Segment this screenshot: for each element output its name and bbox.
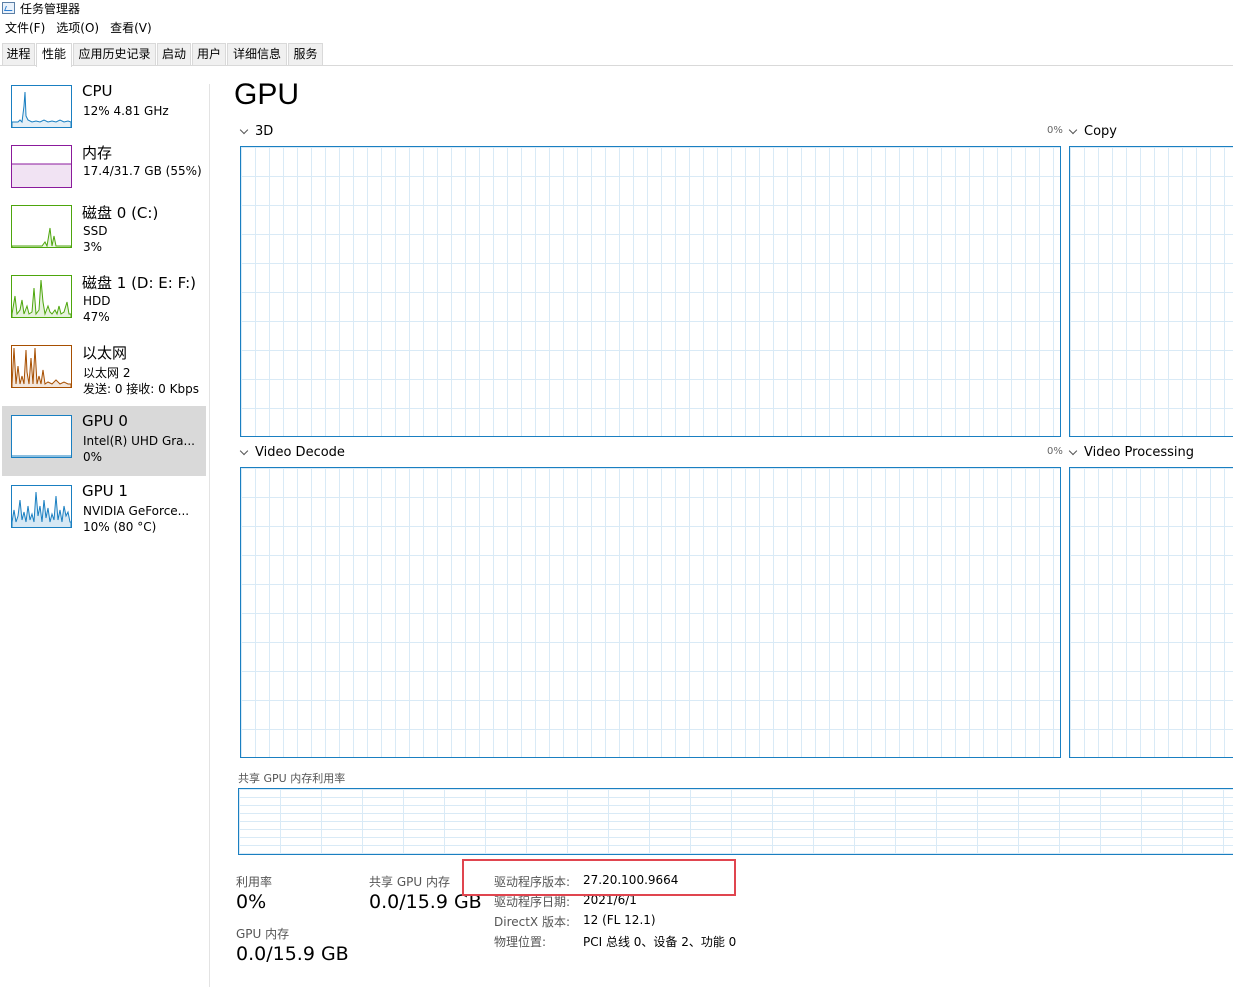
disk1-thumbnail-graph — [11, 275, 72, 318]
menu-options[interactable]: 选项(O) — [51, 19, 105, 37]
chevron-down-icon — [1068, 125, 1078, 134]
tab-app-history[interactable]: 应用历史记录 — [73, 43, 156, 65]
tab-users[interactable]: 用户 — [192, 43, 226, 65]
disk0-thumbnail-graph — [11, 205, 72, 248]
graph-3d-selector[interactable]: 3D — [239, 124, 274, 139]
sidebar-item-gpu-0[interactable]: GPU 0 Intel(R) UHD Gra... 0% — [2, 406, 206, 476]
chevron-down-icon — [239, 125, 249, 134]
shared-memory-graph — [238, 788, 1233, 855]
sidebar-item-detail: 12% 4.81 GHz — [83, 104, 169, 118]
graph-3d — [240, 146, 1061, 437]
sidebar-item-detail: 17.4/31.7 GB (55%) — [83, 164, 202, 178]
sidebar-item-name: 磁盘 0 (C:) — [82, 204, 159, 222]
graph-video-decode-selector[interactable]: Video Decode — [239, 445, 345, 460]
sidebar-item-name: 内存 — [82, 144, 113, 162]
sidebar-item-name: CPU — [82, 82, 113, 100]
chevron-down-icon — [1068, 446, 1078, 455]
page-title: GPU — [234, 78, 300, 111]
memory-thumbnail-graph — [11, 145, 72, 188]
menu-view[interactable]: 查看(V) — [105, 19, 158, 37]
cpu-thumbnail-graph — [11, 85, 72, 128]
driver-version-highlight — [462, 859, 736, 896]
graph-copy-label: Copy — [1084, 124, 1117, 139]
sidebar-divider — [209, 84, 210, 987]
sidebar-item-name: GPU 0 — [82, 412, 128, 430]
gpu-memory-label: GPU 内存 — [236, 927, 290, 941]
graph-video-decode-percent: 0% — [1047, 446, 1063, 457]
utilization-value: 0% — [236, 891, 267, 913]
sidebar-item-usage: 3% — [83, 240, 103, 254]
directx-version-value: 12 (FL 12.1) — [583, 913, 656, 927]
graph-copy-selector[interactable]: Copy — [1068, 124, 1117, 139]
menu-bar: 文件(F) 选项(O) 查看(V) — [0, 19, 158, 37]
sidebar-item-detail: 以太网 2 — [83, 366, 131, 380]
sidebar-item-name: 磁盘 1 (D: E: F:) — [82, 274, 196, 292]
title-bar: 任务管理器 — [0, 0, 1233, 16]
tab-services[interactable]: 服务 — [288, 43, 323, 65]
sidebar-item-detail: HDD — [83, 294, 111, 308]
graph-video-processing — [1069, 467, 1233, 758]
sidebar-item-usage: 发送: 0 接收: 0 Kbps — [83, 382, 199, 396]
graph-3d-label: 3D — [255, 124, 274, 139]
tab-performance[interactable]: 性能 — [36, 43, 72, 67]
graph-video-decode — [240, 467, 1061, 758]
tab-bar: 进程 性能 应用历史记录 启动 用户 详细信息 服务 — [0, 43, 1233, 67]
sidebar-item-disk-1[interactable]: 磁盘 1 (D: E: F:) HDD 47% — [2, 266, 206, 336]
physical-location-value: PCI 总线 0、设备 2、功能 0 — [583, 935, 737, 949]
graph-video-processing-label: Video Processing — [1084, 445, 1194, 460]
utilization-label: 利用率 — [236, 875, 273, 889]
sidebar-item-detail: NVIDIA GeForce... — [83, 504, 190, 518]
physical-location-label: 物理位置: — [494, 935, 547, 949]
sidebar-item-name: 以太网 — [82, 344, 128, 362]
sidebar-item-gpu-1[interactable]: GPU 1 NVIDIA GeForce... 10% (80 °C) — [2, 476, 206, 546]
sidebar-item-name: GPU 1 — [82, 482, 128, 500]
sidebar-item-detail: Intel(R) UHD Gra... — [83, 434, 195, 448]
ethernet-thumbnail-graph — [11, 345, 72, 388]
graph-3d-percent: 0% — [1047, 125, 1063, 136]
sidebar-item-usage: 47% — [83, 310, 110, 324]
menu-file[interactable]: 文件(F) — [0, 19, 51, 37]
task-manager-icon — [2, 2, 15, 14]
shared-memory-graph-label: 共享 GPU 内存利用率 — [238, 772, 346, 785]
chevron-down-icon — [239, 446, 249, 455]
graph-video-processing-selector[interactable]: Video Processing — [1068, 445, 1194, 460]
sidebar-item-disk-0[interactable]: 磁盘 0 (C:) SSD 3% — [2, 196, 206, 266]
gpu1-thumbnail-graph — [11, 485, 72, 528]
tab-startup[interactable]: 启动 — [157, 43, 191, 65]
app-title: 任务管理器 — [20, 1, 81, 16]
sidebar-item-detail: SSD — [83, 224, 108, 238]
shared-gpu-memory-label: 共享 GPU 内存 — [369, 875, 450, 889]
gpu0-thumbnail-graph — [11, 415, 72, 458]
tab-details[interactable]: 详细信息 — [227, 43, 287, 65]
sidebar-item-usage: 10% (80 °C) — [83, 520, 157, 534]
directx-version-label: DirectX 版本: — [494, 915, 571, 929]
graph-copy — [1069, 146, 1233, 437]
tab-processes[interactable]: 进程 — [2, 43, 35, 65]
sidebar-item-ethernet[interactable]: 以太网 以太网 2 发送: 0 接收: 0 Kbps — [2, 336, 206, 406]
graph-video-decode-label: Video Decode — [255, 445, 345, 460]
gpu-memory-value: 0.0/15.9 GB — [236, 943, 349, 965]
sidebar-item-usage: 0% — [83, 450, 103, 464]
